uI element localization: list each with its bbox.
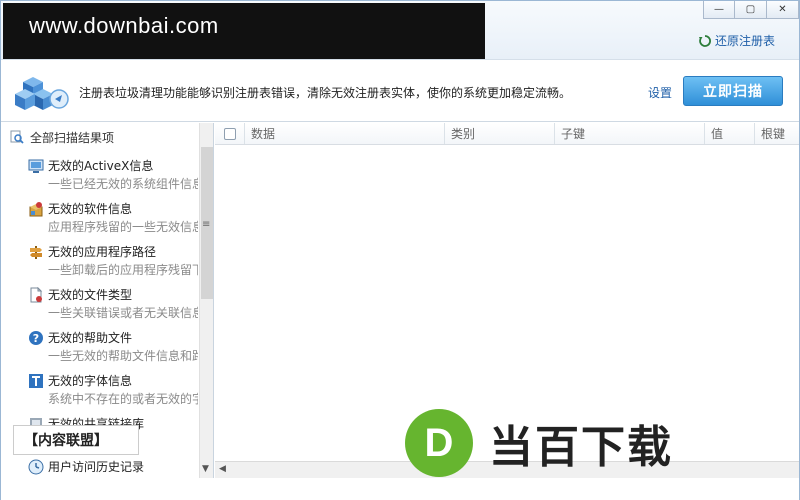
scroll-left-icon[interactable]: ◀	[219, 464, 226, 474]
category-desc: 应用程序残留的一些无效信息	[48, 220, 198, 234]
table-header: 数据 类别 子键 值 根键	[215, 123, 799, 145]
column-value[interactable]: 值	[705, 123, 755, 144]
category-app-path[interactable]: 无效的应用程序路径 一些卸载后的应用程序残留下	[2, 237, 213, 280]
category-file-type[interactable]: 无效的文件类型 一些关联错误或者无关联信息	[2, 280, 213, 323]
category-title: 无效的字体信息	[48, 374, 133, 388]
brand-banner: www.downbai.com	[3, 3, 485, 59]
watermark-label: 【内容联盟】	[13, 425, 139, 455]
maximize-button[interactable]: ▢	[735, 1, 767, 19]
category-title: 无效的应用程序路径	[48, 245, 157, 259]
category-desc: 系统中不存在的或者无效的字	[48, 392, 198, 406]
column-category[interactable]: 类别	[445, 123, 555, 144]
category-desc: 一些已经无效的系统组件信息	[48, 177, 198, 191]
font-icon	[29, 374, 43, 388]
category-desc: 一些关联错误或者无关联信息	[48, 306, 198, 320]
watermark-logo: D 当百下载	[321, 385, 800, 500]
close-button[interactable]: ✕	[767, 1, 799, 19]
grip-icon: ≡	[202, 219, 211, 230]
category-help-file[interactable]: ? 无效的帮助文件 一些无效的帮助文件信息和路	[2, 323, 213, 366]
category-desc: 一些卸载后的应用程序残留下	[48, 263, 198, 277]
signpost-icon	[30, 246, 42, 259]
scan-now-button[interactable]: 立即扫描	[683, 76, 783, 106]
title-bar: www.downbai.com — ▢ ✕ 还原注册表	[1, 1, 799, 59]
category-title: 无效的ActiveX信息	[48, 159, 154, 173]
monitor-icon	[28, 159, 44, 173]
logo-text: 当百下载	[489, 422, 673, 473]
help-icon: ?	[29, 331, 43, 345]
history-icon	[28, 459, 44, 475]
app-window: www.downbai.com — ▢ ✕ 还原注册表 注册表垃圾清理功能能够识…	[0, 0, 800, 500]
category-software[interactable]: 无效的软件信息 应用程序残留的一些无效信息	[2, 194, 213, 237]
minimize-button[interactable]: —	[703, 1, 735, 19]
restore-registry-link[interactable]: 还原注册表	[698, 32, 775, 49]
select-all-column	[215, 123, 245, 144]
info-description: 注册表垃圾清理功能能够识别注册表错误，清除无效注册表实体，使你的系统更加稳定流畅…	[79, 86, 572, 100]
category-font[interactable]: 无效的字体信息 系统中不存在的或者无效的字	[2, 366, 213, 409]
column-data[interactable]: 数据	[245, 123, 445, 144]
column-root-key[interactable]: 根键	[755, 123, 799, 144]
svg-text:?: ?	[33, 332, 39, 345]
restore-registry-label: 还原注册表	[714, 34, 775, 48]
all-results-label: 全部扫描结果项	[30, 130, 115, 145]
category-desc: 一些无效的帮助文件信息和路	[48, 349, 198, 363]
window-controls: — ▢ ✕	[703, 1, 799, 19]
category-title: 用户访问历史记录	[48, 460, 145, 474]
software-box-icon	[29, 202, 43, 217]
registry-cubes-icon	[15, 77, 69, 110]
select-all-checkbox[interactable]	[223, 127, 236, 140]
info-bar: 注册表垃圾清理功能能够识别注册表错误，清除无效注册表实体，使你的系统更加稳定流畅…	[1, 59, 799, 122]
settings-link[interactable]: 设置	[648, 84, 672, 101]
left-vertical-scrollbar[interactable]: ≡ ▼	[199, 123, 213, 478]
column-subkey[interactable]: 子键	[555, 123, 705, 144]
category-title: 无效的帮助文件	[48, 331, 133, 345]
category-title: 无效的软件信息	[48, 202, 133, 216]
category-activex[interactable]: 无效的ActiveX信息 一些已经无效的系统组件信息	[2, 151, 213, 194]
category-title: 无效的文件类型	[48, 288, 133, 302]
all-results-item[interactable]: 全部扫描结果项	[2, 123, 213, 151]
category-history[interactable]: 用户访问历史记录	[2, 452, 213, 478]
logo-circle-icon: D	[405, 409, 473, 477]
restore-icon	[698, 34, 711, 47]
magnifier-icon	[10, 130, 24, 144]
document-icon	[30, 287, 43, 303]
scroll-down-icon[interactable]: ▼	[202, 464, 209, 474]
